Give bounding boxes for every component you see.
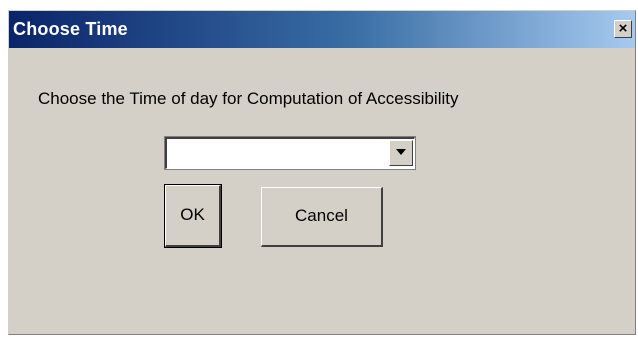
dropdown-button[interactable]	[389, 140, 413, 166]
choose-time-dialog: Choose Time × Choose the Time of day for…	[8, 10, 636, 335]
time-of-day-select[interactable]	[164, 136, 416, 170]
window-title: Choose Time	[13, 19, 128, 39]
close-button[interactable]: ×	[614, 20, 632, 38]
titlebar: Choose Time ×	[9, 11, 635, 48]
ok-button[interactable]: OK	[164, 184, 222, 248]
cancel-button[interactable]: Cancel	[261, 187, 383, 247]
close-icon: ×	[618, 20, 628, 37]
chevron-down-icon	[396, 149, 406, 155]
prompt-label: Choose the Time of day for Computation o…	[38, 89, 459, 108]
